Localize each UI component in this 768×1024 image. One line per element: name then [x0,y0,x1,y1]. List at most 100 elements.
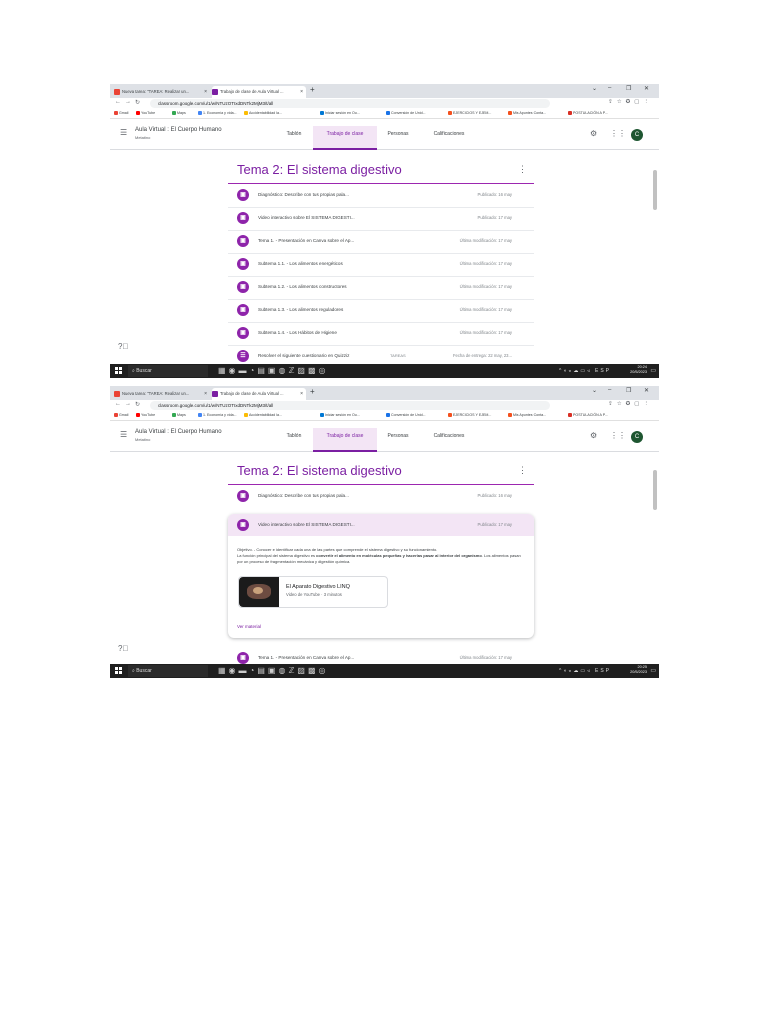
browser-tab-gmail[interactable]: Nueva tarea: "TAREA: Realizar un... × [114,388,210,400]
classwork-item[interactable]: ▣ Diagnóstico: Describe con tus propias … [228,184,534,208]
extension-icons[interactable]: ⇪☆✪▢⋮ [608,99,653,105]
help-icon[interactable]: ?⃝ [118,644,128,653]
bookmark-ejercicios[interactable]: EJERCICIOS Y EJEM... [448,109,491,118]
minimize-button[interactable]: – [608,387,611,393]
classwork-item[interactable]: ▣ Video interactivo sobre El SISTEMA DIG… [228,514,534,537]
browser-tab-gmail[interactable]: Nueva tarea: "TAREA: Realizar un... × [114,86,210,98]
classwork-item[interactable]: ▣ Subtema 1.1. - Los alimentos energétic… [228,253,534,277]
classwork-item[interactable]: ▣ Subtema 1.3. - Los alimentos regulador… [228,299,534,323]
bookmark-apuntes[interactable]: Mis Apuntes Conta... [508,109,546,118]
bookmark-apuntes[interactable]: Mis Apuntes Conta... [508,411,546,420]
scrollbar[interactable] [653,170,657,210]
expanded-item-header[interactable]: ▣ Video interactivo sobre El SISTEMA DIG… [228,514,534,536]
bookmark-outlook[interactable]: Iniciar sesión en Ou... [320,109,360,118]
classwork-item[interactable]: ▣ Subtema 1.2. - Los alimentos construct… [228,276,534,300]
taskbar-search[interactable]: ⌕ Buscar [128,665,208,677]
forward-icon[interactable]: → [125,401,131,407]
bookmark-postulacion[interactable]: POSTULACIÓN A P... [568,109,608,118]
close-tab-icon[interactable]: × [300,388,303,400]
tab-personas[interactable]: Personas [378,428,418,450]
youtube-attachment[interactable]: El Aparato Digestivo LINQ Video de YouTu… [238,576,388,608]
taskbar-apps[interactable]: ▦◉▬◔▤▣◍ℤ▨▩◎ [218,366,329,376]
tab-calificaciones[interactable]: Calificaciones [422,126,476,148]
course-subtitle: Metatino [135,437,151,442]
system-tray[interactable]: ^◖◒☁▭◃ ESP [559,366,611,376]
close-window-button[interactable]: ✕ [644,387,649,394]
bookmark-conversion[interactable]: Conversión de Unid... [386,109,426,118]
bookmark-conversion[interactable]: Conversión de Unid... [386,411,426,420]
bookmark-gmail[interactable]: Gmail [114,109,128,118]
view-material-link[interactable]: Ver material [237,624,261,629]
chevron-down-icon[interactable]: ⌄ [592,85,597,92]
taskbar-apps[interactable]: ▦◉▬◔▤▣◍ℤ▨▩◎ [218,666,329,676]
bookmark-youtube[interactable]: YouTube [136,109,155,118]
tab-trabajo-de-clase[interactable]: Trabajo de clase [313,126,377,150]
notification-icon[interactable]: ▭ [650,367,656,374]
restore-button[interactable]: ❐ [626,387,631,394]
close-tab-icon[interactable]: × [300,86,303,98]
bookmark-maps[interactable]: Maps [172,411,186,420]
back-icon[interactable]: ← [115,99,121,105]
url-input[interactable]: classroom.google.com/u/1/w/NTUzOTIxdDNTk… [150,401,550,410]
bookmark-gmail[interactable]: Gmail [114,411,128,420]
more-vert-icon[interactable]: ⋮ [518,465,527,476]
browser-tab-strip: Nueva tarea: "TAREA: Realizar un... × Tra… [110,386,659,400]
bookmark-maps[interactable]: Maps [172,109,186,118]
close-tab-icon[interactable]: × [204,388,207,400]
tab-tablon[interactable]: Tablón [274,126,314,148]
classwork-item[interactable]: ▣ Video interactivo sobre El SISTEMA DIG… [228,207,534,231]
bookmark-accidentabilidad[interactable]: Accidentabilidad la... [244,109,282,118]
more-vert-icon[interactable]: ⋮ [518,164,527,175]
taskbar-clock[interactable]: 20:24 20/5/2023 [630,365,647,375]
bookmark-economia[interactable]: 1. Economía y vida... [198,109,237,118]
classwork-item[interactable]: ▣ Subtema 1.4. - Los Hábitos de Higiene … [228,322,534,346]
tab-trabajo-de-clase[interactable]: Trabajo de clase [313,428,377,452]
classwork-item[interactable]: ▣ Diagnóstico: Describe con tus propias … [228,485,534,508]
settings-icon[interactable]: ⚙ [590,431,597,440]
apps-grid-icon[interactable]: ⋮⋮ [610,431,626,440]
restore-button[interactable]: ❐ [626,85,631,92]
url-input[interactable]: classroom.google.com/u/1/w/NTUzOTIxdDNTk… [150,99,550,108]
tab-tablon[interactable]: Tablón [274,428,314,450]
bookmark-postulacion[interactable]: POSTULACIÓN A P... [568,411,608,420]
menu-icon[interactable]: ☰ [120,128,127,137]
taskbar-search[interactable]: ⌕ Buscar [128,365,208,377]
windows-start-icon[interactable] [115,367,122,374]
windows-start-icon[interactable] [115,667,122,674]
browser-tab-classroom[interactable]: Trabajo de clase de Aula Virtual ... × [212,388,306,400]
taskbar-clock[interactable]: 20:25 20/5/2023 [630,665,647,675]
notification-icon[interactable]: ▭ [650,667,656,674]
extension-icons[interactable]: ⇪☆✪▢⋮ [608,401,653,407]
new-tab-button[interactable]: + [310,387,315,396]
tab-calificaciones[interactable]: Calificaciones [422,428,476,450]
tab-personas[interactable]: Personas [378,126,418,148]
bookmark-outlook[interactable]: Iniciar sesión en Ou... [320,411,360,420]
gmail-icon [114,390,120,397]
scrollbar[interactable] [653,470,657,510]
system-tray[interactable]: ^◖◒☁▭◃ ESP [559,666,611,676]
avatar[interactable]: C [631,129,643,141]
avatar[interactable]: C [631,431,643,443]
help-icon[interactable]: ?⃝ [118,342,128,351]
forward-icon[interactable]: → [125,99,131,105]
new-tab-button[interactable]: + [310,85,315,94]
classwork-item[interactable]: ▣ Tema 1. - Presentación en Canva sobre … [228,230,534,254]
course-title[interactable]: Aula Virtual : El Cuerpo Humano [135,429,222,435]
bookmark-site-icon [508,413,512,418]
browser-tab-classroom[interactable]: Trabajo de clase de Aula Virtual ... × [212,86,306,98]
close-window-button[interactable]: ✕ [644,85,649,92]
reload-icon[interactable]: ↻ [135,99,140,106]
minimize-button[interactable]: – [608,85,611,91]
bookmark-youtube[interactable]: YouTube [136,411,155,420]
bookmark-accidentabilidad[interactable]: Accidentabilidad la... [244,411,282,420]
back-icon[interactable]: ← [115,401,121,407]
course-title[interactable]: Aula Virtual : El Cuerpo Humano [135,127,222,133]
chevron-down-icon[interactable]: ⌄ [592,387,597,394]
bookmark-ejercicios[interactable]: EJERCICIOS Y EJEM... [448,411,491,420]
settings-icon[interactable]: ⚙ [590,129,597,138]
bookmark-economia[interactable]: 1. Economía y vida... [198,411,237,420]
apps-grid-icon[interactable]: ⋮⋮ [610,129,626,138]
menu-icon[interactable]: ☰ [120,430,127,439]
close-tab-icon[interactable]: × [204,86,207,98]
reload-icon[interactable]: ↻ [135,401,140,408]
